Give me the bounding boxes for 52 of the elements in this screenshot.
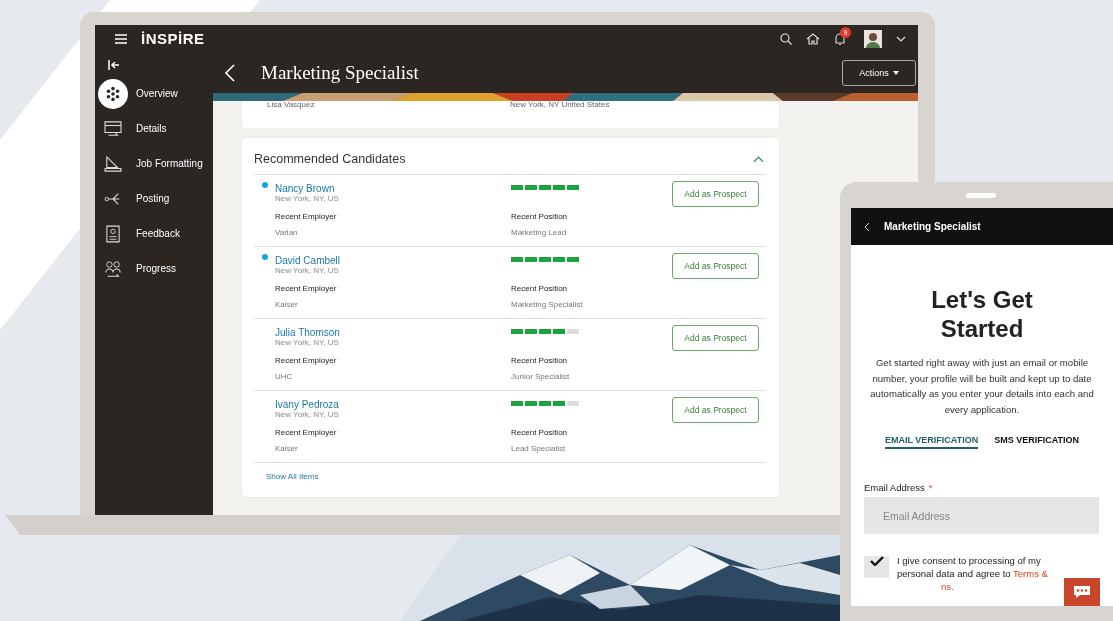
field-value: Junior Specialist (511, 372, 571, 382)
field-label: Recent Employer (275, 212, 338, 222)
show-all-link[interactable]: Show All Items (266, 472, 319, 481)
screen-title: Marketing Specialist (884, 221, 981, 232)
field-value: Lead Specialist (511, 444, 567, 454)
location-text: New York, NY, US (275, 194, 340, 204)
field-label: Recent Position (511, 212, 569, 222)
location-text: New York, NY, US (275, 410, 340, 420)
section-title: Recommended Candidates (254, 152, 406, 166)
field-label: Recent Position (511, 284, 569, 294)
add-prospect-button[interactable]: Add as Prospect (672, 253, 759, 279)
tab[interactable]: EMAIL VERIFICATION (885, 435, 979, 449)
terms-link[interactable]: Terms & (1013, 568, 1048, 579)
add-prospect-button[interactable]: Add as Prospect (672, 397, 759, 423)
location-text: New York, NY, US (275, 337, 340, 348)
add-prospect-button[interactable]: Add as Prospect (672, 325, 759, 351)
sidebar-item[interactable]: Job Formatting (95, 146, 213, 181)
heading: Let's Get Started (930, 285, 1034, 343)
tab[interactable]: SMS VERIFICATION (994, 435, 1079, 449)
field-value: Kaiser (275, 444, 299, 454)
actions-button[interactable]: Actions (842, 59, 916, 86)
location-text: New York, NY, US (275, 265, 340, 276)
candidate-name: Lisa Vasquez (267, 101, 315, 109)
terms-link[interactable]: ns. (897, 580, 954, 593)
sidebar-item[interactable]: Feedback (95, 216, 213, 251)
field-value: Varian (275, 228, 299, 238)
candidate-link[interactable]: Ivany Pedroza (275, 399, 339, 410)
sidebar-item[interactable]: Progress (95, 251, 213, 286)
location-text: New York, NY United States (510, 101, 610, 109)
email-field[interactable]: Email Address (864, 497, 1099, 534)
candidate-link[interactable]: Julia Thomson (275, 327, 340, 338)
required-mark: * (928, 482, 933, 493)
field-label: Email Address (864, 482, 925, 493)
sidebar-item[interactable]: Overview (95, 76, 213, 111)
app-logo: İNSPİRE (141, 30, 205, 47)
sidebar-item[interactable]: Details (95, 111, 213, 146)
field-value: Marketing Lead (511, 228, 568, 238)
field-value: UHC (275, 372, 294, 382)
field-label: Recent Employer (275, 356, 338, 366)
candidate-link[interactable]: Nancy Brown (275, 183, 335, 194)
field-label: Recent Position (511, 428, 569, 438)
field-label: Recent Employer (275, 428, 338, 438)
intro-paragraph: Get started right away with just an email or mobile number, your profile will be built and kept up to date automatically as you enter your details into each and every application. (869, 356, 1095, 417)
candidate-link[interactable]: David Cambell (275, 255, 341, 266)
field-label: Recent Position (511, 356, 569, 366)
add-prospect-button[interactable]: Add as Prospect (672, 181, 759, 207)
field-value: Kaiser (275, 300, 299, 310)
consent-text: I give consent to processing of my personal data and agree to Terms & ns. (897, 554, 1049, 593)
field-value: Marketing Specialist (511, 300, 584, 310)
sidebar-item[interactable]: Posting (95, 181, 213, 216)
field-label: Recent Employer (275, 284, 338, 294)
page-title: Marketing Specialist (261, 61, 419, 84)
